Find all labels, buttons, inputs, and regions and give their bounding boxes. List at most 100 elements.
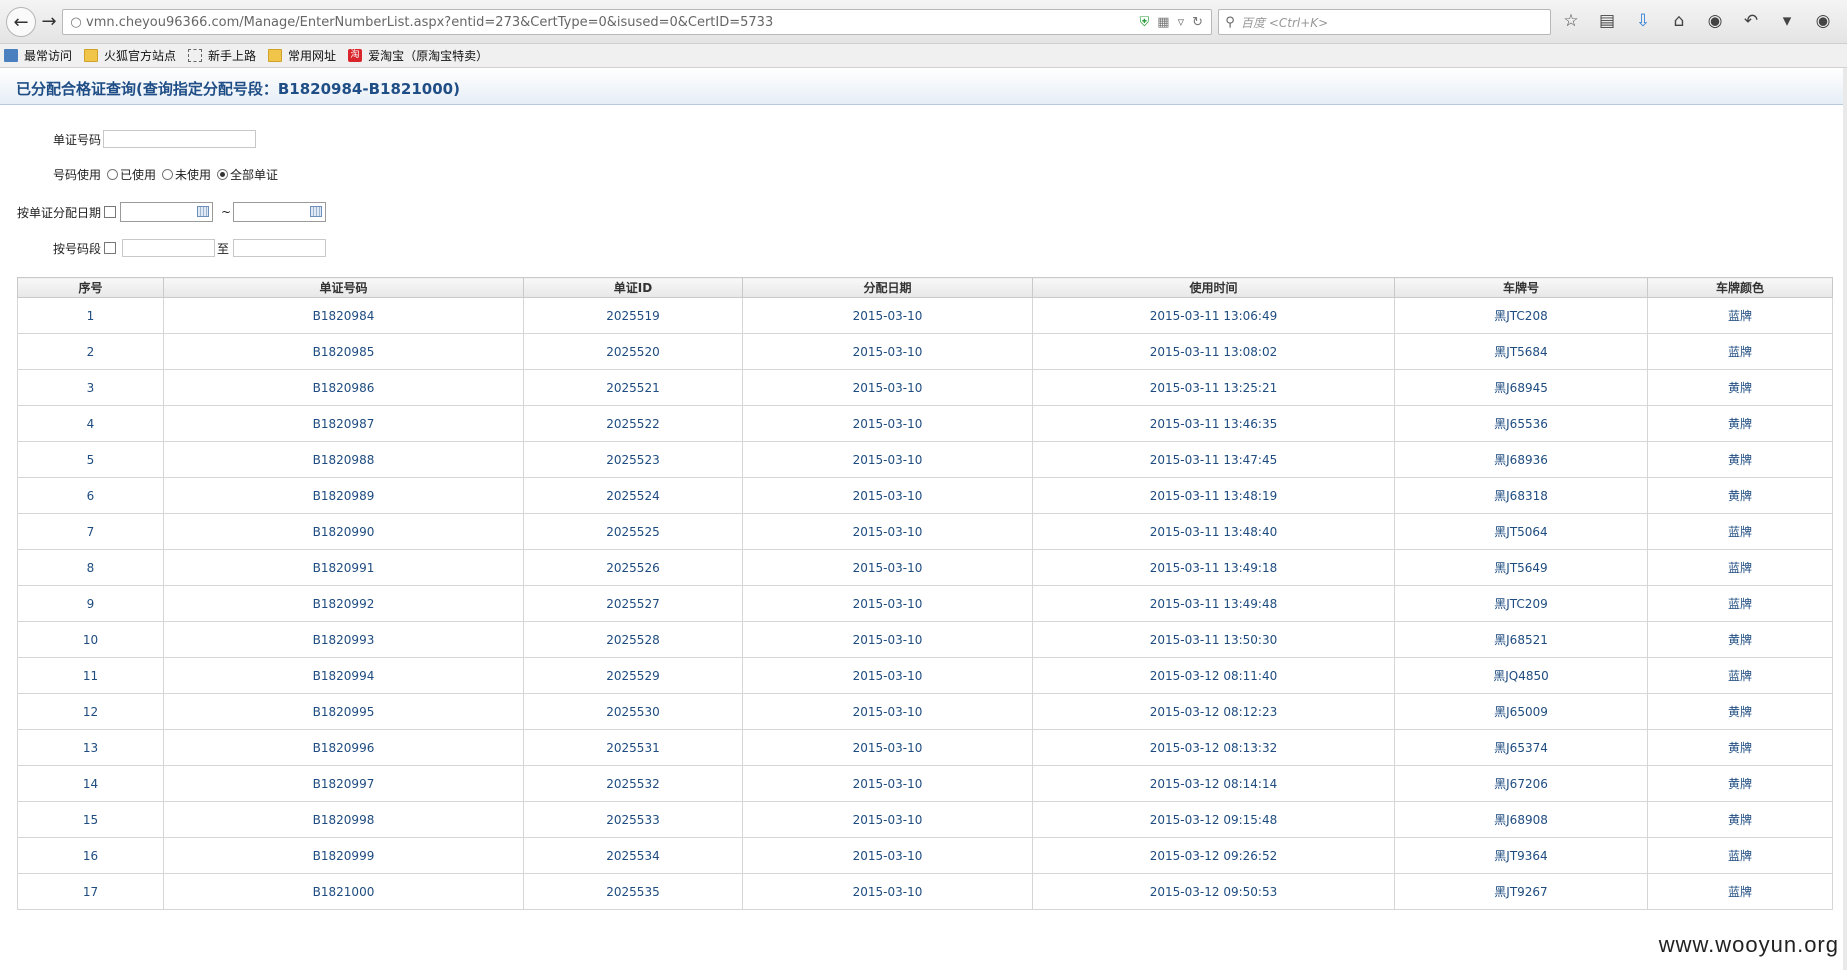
cell-cert-number: B1820984 [163, 297, 524, 334]
cell-plate: 黑J68318 [1394, 477, 1648, 514]
cell-index: 8 [17, 549, 164, 586]
back-arrow-icon[interactable]: ← [6, 7, 36, 37]
table-row: 13 B1820996 2025531 2015-03-10 2015-03-12 08… [17, 729, 1833, 766]
cell-plate: 黑J67206 [1394, 765, 1648, 802]
home-icon[interactable]: ⌂ [1668, 10, 1690, 32]
globe-icon: ○ [70, 14, 82, 30]
cell-index: 3 [17, 369, 164, 406]
cell-use-time: 2015-03-11 13:48:40 [1032, 513, 1395, 550]
cell-plate: 黑JT5064 [1394, 513, 1648, 550]
cert-number-input[interactable] [103, 130, 257, 148]
cell-cert-number: B1821000 [163, 873, 524, 910]
taobao-icon: 淘 [348, 49, 363, 62]
cell-plate-color: 黄牌 [1647, 765, 1833, 802]
calendar-icon[interactable] [310, 206, 323, 217]
range-filter-checkbox[interactable] [104, 242, 117, 254]
cell-plate-color: 蓝牌 [1647, 297, 1833, 334]
cell-plate: 黑J65536 [1394, 405, 1648, 442]
search-icon: ⚲ [1225, 14, 1235, 30]
cell-cert-number: B1820987 [163, 405, 524, 442]
message-icon[interactable]: ◉ [1812, 10, 1834, 32]
cell-use-time: 2015-03-12 08:12:23 [1032, 693, 1395, 730]
bookmark-firefox-site[interactable]: 火狐官方站点 [84, 47, 176, 64]
cell-plate: 黑J68945 [1394, 369, 1648, 406]
table-row: 3 B1820986 2025521 2015-03-10 2015-03-11 13:… [17, 369, 1833, 406]
address-bar[interactable]: ○ vmn.cheyou96366.com/Manage/EnterNumber… [62, 9, 1212, 35]
end-date-input[interactable] [233, 202, 327, 222]
cell-assign-date: 2015-03-10 [742, 837, 1033, 874]
shield-icon[interactable]: ⛨ [1140, 15, 1150, 30]
radio-all-label[interactable]: 全部单证 [230, 166, 278, 183]
reload-icon[interactable]: ↻ [1192, 15, 1203, 30]
cell-plate: 黑J68936 [1394, 441, 1648, 478]
clipboard-icon[interactable]: ▤ [1596, 10, 1618, 32]
qr-code-icon[interactable]: ▦ [1157, 15, 1169, 30]
dropdown-arrow-icon[interactable]: ▿ [1178, 15, 1185, 30]
forward-arrow-icon[interactable]: → [38, 10, 60, 32]
cell-cert-number: B1820995 [163, 693, 524, 730]
cell-plate-color: 黄牌 [1647, 729, 1833, 766]
table-row: 17 B1821000 2025535 2015-03-10 2015-03-12 09… [17, 873, 1833, 910]
browser-navbar: ← → ○ vmn.cheyou96366.com/Manage/EnterNu… [0, 0, 1847, 44]
search-bar[interactable]: ⚲ 百度 <Ctrl+K> [1218, 9, 1551, 35]
url-text[interactable]: vmn.cheyou96366.com/Manage/EnterNumberLi… [86, 15, 1140, 30]
chat-icon[interactable]: ◉ [1704, 10, 1726, 32]
cell-plate-color: 蓝牌 [1647, 873, 1833, 910]
radio-all[interactable] [217, 169, 229, 180]
table-row: 16 B1820999 2025534 2015-03-10 2015-03-12 09… [17, 837, 1833, 874]
cell-index: 9 [17, 585, 164, 622]
cell-cert-number: B1820986 [163, 369, 524, 406]
cell-cert-id: 2025529 [523, 657, 743, 694]
bookmark-common-sites[interactable]: 常用网址 [268, 47, 336, 64]
cell-cert-number: B1820998 [163, 801, 524, 838]
cell-use-time: 2015-03-12 09:15:48 [1032, 801, 1395, 838]
cell-assign-date: 2015-03-10 [742, 873, 1033, 910]
vertical-scrollbar[interactable] [1843, 68, 1847, 970]
range-end-input[interactable] [233, 239, 327, 257]
cell-plate: 黑JTC209 [1394, 585, 1648, 622]
cell-assign-date: 2015-03-10 [742, 621, 1033, 658]
bookmark-label: 常用网址 [288, 49, 337, 63]
cell-use-time: 2015-03-12 08:11:40 [1032, 657, 1395, 694]
calendar-icon[interactable] [197, 206, 210, 217]
folder-icon [268, 49, 283, 62]
radio-used[interactable] [107, 169, 119, 180]
chevron-down-icon[interactable]: ▾ [1776, 10, 1798, 32]
radio-unused[interactable] [162, 169, 174, 180]
cell-plate-color: 黄牌 [1647, 477, 1833, 514]
page-content: 已分配合格证查询(查询指定分配号段：B1820984-B1821000) 单证号… [0, 68, 1847, 970]
cell-index: 16 [17, 837, 164, 874]
cell-cert-id: 2025527 [523, 585, 743, 622]
col-header-use-time: 使用时间 [1032, 277, 1395, 298]
bookmark-label: 火狐官方站点 [104, 49, 177, 63]
cell-cert-id: 2025525 [523, 513, 743, 550]
page-header: 已分配合格证查询(查询指定分配号段：B1820984-B1821000) [0, 68, 1847, 105]
table-header-row: 序号 单证号码 单证ID 分配日期 使用时间 车牌号 车牌颜色 [17, 277, 1833, 298]
cell-cert-number: B1820990 [163, 513, 524, 550]
cell-plate-color: 黄牌 [1647, 369, 1833, 406]
cell-use-time: 2015-03-11 13:06:49 [1032, 297, 1395, 334]
start-date-input[interactable] [120, 202, 214, 222]
bookmark-getting-started[interactable]: 新手上路 [188, 47, 256, 64]
cell-cert-id: 2025533 [523, 801, 743, 838]
download-icon[interactable]: ⇩ [1632, 10, 1654, 32]
undo-icon[interactable]: ↶ [1740, 10, 1762, 32]
radio-used-label[interactable]: 已使用 [120, 166, 156, 183]
cell-cert-id: 2025523 [523, 441, 743, 478]
cell-plate-color: 蓝牌 [1647, 549, 1833, 586]
bookmark-most-visited[interactable]: 最常访问 [4, 47, 72, 64]
cell-plate-color: 黄牌 [1647, 693, 1833, 730]
cell-assign-date: 2015-03-10 [742, 477, 1033, 514]
cell-cert-id: 2025530 [523, 693, 743, 730]
cell-index: 12 [17, 693, 164, 730]
range-start-input[interactable] [122, 239, 216, 257]
cell-assign-date: 2015-03-10 [742, 441, 1033, 478]
cell-index: 10 [17, 621, 164, 658]
table-row: 12 B1820995 2025530 2015-03-10 2015-03-12 08… [17, 693, 1833, 730]
table-row: 14 B1820997 2025532 2015-03-10 2015-03-12 08… [17, 765, 1833, 802]
star-icon[interactable]: ☆ [1560, 10, 1582, 32]
radio-unused-label[interactable]: 未使用 [175, 166, 211, 183]
search-placeholder[interactable]: 百度 <Ctrl+K> [1241, 14, 1328, 31]
bookmark-aitaobao[interactable]: 淘 爱淘宝（原淘宝特卖） [348, 47, 488, 64]
date-filter-checkbox[interactable] [104, 206, 117, 218]
